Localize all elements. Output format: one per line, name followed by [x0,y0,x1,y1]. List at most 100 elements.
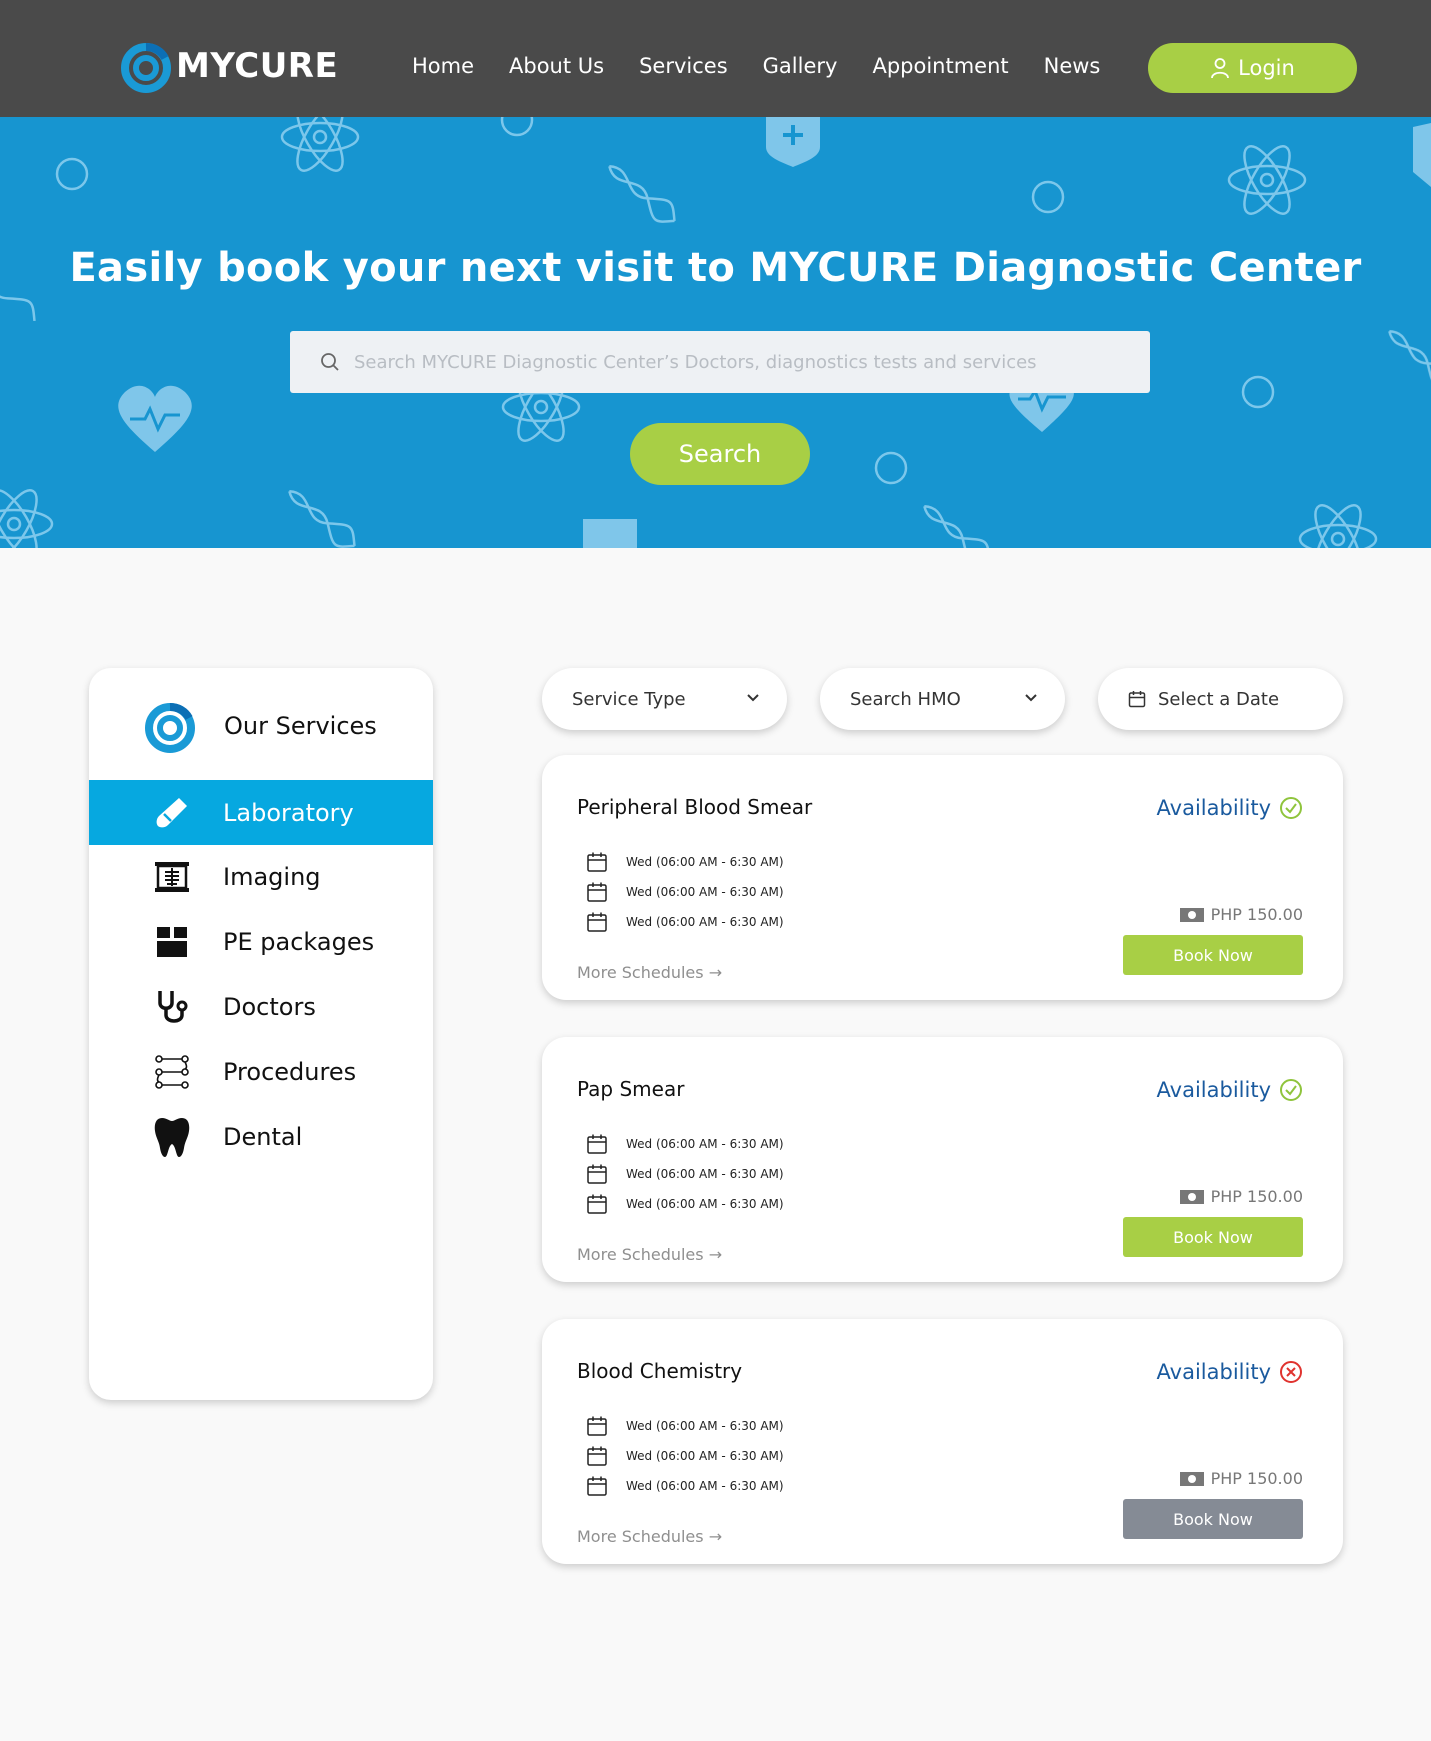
mycure-logo-icon [145,703,195,753]
sidebar-item-label: Dental [223,1122,303,1151]
chevron-down-icon [1025,694,1037,702]
calendar-icon [587,1446,607,1466]
sidebar-item-label: Procedures [223,1057,357,1086]
calendar-icon [587,912,607,932]
schedule-text: Wed (06:00 AM - 6:30 AM) [626,1167,784,1181]
schedule-text: Wed (06:00 AM - 6:30 AM) [626,1449,784,1463]
hero-title: Easily book your next visit to MYCURE Di… [69,245,1362,291]
calendar-icon [587,852,607,872]
availability-indicator: Availability [1157,1078,1303,1102]
sidebar-item-label: Imaging [223,862,321,891]
schedule-item: Wed (06:00 AM - 6:30 AM) [586,1133,784,1155]
more-schedules-link[interactable]: More Schedules → [577,1245,722,1264]
calendar-icon [1128,691,1146,708]
schedule-item: Wed (06:00 AM - 6:30 AM) [586,1163,784,1185]
user-icon [1211,58,1230,79]
availability-indicator: Availability [1157,796,1303,820]
search-input[interactable] [354,351,1114,373]
sidebar-item-laboratory[interactable]: Laboratory [89,780,433,845]
brand-name: MYCURE [176,46,339,86]
schedule-text: Wed (06:00 AM - 6:30 AM) [626,855,784,869]
services-sidebar: Our Services Laboratory Imaging PE packa… [89,668,433,1400]
money-icon [1179,1471,1204,1486]
nav-appointment[interactable]: Appointment [872,54,1008,78]
schedule-item: Wed (06:00 AM - 6:30 AM) [586,1445,784,1467]
sidebar-title: Our Services [224,712,377,740]
sidebar-item-procedures[interactable]: Procedures [89,1039,433,1104]
search-button[interactable]: Search [630,423,810,485]
more-schedules-link[interactable]: More Schedules → [577,963,722,982]
money-icon [1179,907,1204,922]
service-type-label: Service Type [572,688,686,710]
sidebar-item-label: PE packages [223,927,375,956]
check-circle-icon [1280,797,1302,819]
check-circle-icon [1280,1079,1302,1101]
tooth-icon [152,1117,192,1157]
sidebar-item-pe-packages[interactable]: PE packages [89,909,433,974]
schedule-item: Wed (06:00 AM - 6:30 AM) [586,851,784,873]
test-tube-icon [152,793,192,833]
availability-indicator: Availability [1157,1360,1303,1384]
nav-home[interactable]: Home [412,54,474,78]
service-card: Peripheral Blood Smear Availability Wed … [542,755,1343,1000]
calendar-icon [587,1476,607,1496]
price-value: PHP 150.00 [1210,905,1303,924]
search-bar [290,331,1150,393]
service-type-dropdown[interactable]: Service Type [542,668,787,730]
hero-banner: Easily book your next visit to MYCURE Di… [0,117,1431,548]
schedule-text: Wed (06:00 AM - 6:30 AM) [626,915,784,929]
service-name: Blood Chemistry [577,1359,743,1383]
price-value: PHP 150.00 [1210,1469,1303,1488]
service-card: Blood Chemistry Availability Wed (06:00 … [542,1319,1343,1564]
calendar-icon [587,1164,607,1184]
schedule-text: Wed (06:00 AM - 6:30 AM) [626,885,784,899]
main-nav: Home About Us Services Gallery Appointme… [412,54,1135,78]
book-now-button[interactable]: Book Now [1123,1217,1303,1257]
schedule-item: Wed (06:00 AM - 6:30 AM) [586,881,784,903]
schedule-item: Wed (06:00 AM - 6:30 AM) [586,1193,784,1215]
book-now-button[interactable]: Book Now [1123,935,1303,975]
nav-about-us[interactable]: About Us [509,54,604,78]
sidebar-item-imaging[interactable]: Imaging [89,844,433,909]
sidebar-item-dental[interactable]: Dental [89,1104,433,1169]
service-name: Pap Smear [577,1077,685,1101]
availability-label: Availability [1156,1360,1271,1384]
hmo-label: Search HMO [850,688,961,710]
calendar-icon [587,1134,607,1154]
schedule-text: Wed (06:00 AM - 6:30 AM) [626,1479,784,1493]
box-icon [152,922,192,962]
schedule-item: Wed (06:00 AM - 6:30 AM) [586,911,784,933]
xray-icon [152,857,192,897]
flowchart-icon [152,1052,192,1092]
date-picker[interactable]: Select a Date [1098,668,1343,730]
price: PHP 150.00 [1179,905,1303,924]
mycure-logo-icon [121,43,171,93]
service-card: Pap Smear Availability Wed (06:00 AM - 6… [542,1037,1343,1282]
nav-services[interactable]: Services [639,54,728,78]
top-navbar: MYCURE Home About Us Services Gallery Ap… [0,0,1431,117]
nav-gallery[interactable]: Gallery [763,54,838,78]
sidebar-item-doctors[interactable]: Doctors [89,974,433,1039]
login-button[interactable]: Login [1148,43,1357,93]
money-icon [1179,1189,1204,1204]
availability-label: Availability [1156,1078,1271,1102]
book-now-button[interactable]: Book Now [1123,1499,1303,1539]
price-value: PHP 150.00 [1210,1187,1303,1206]
schedule-item: Wed (06:00 AM - 6:30 AM) [586,1415,784,1437]
service-name: Peripheral Blood Smear [577,795,813,819]
chevron-down-icon [747,694,759,702]
more-schedules-link[interactable]: More Schedules → [577,1527,722,1546]
brand-logo[interactable]: MYCURE [120,38,338,94]
nav-news[interactable]: News [1044,54,1101,78]
schedule-text: Wed (06:00 AM - 6:30 AM) [626,1137,784,1151]
sidebar-header: Our Services [89,694,433,758]
stethoscope-icon [152,987,192,1027]
calendar-icon [587,1416,607,1436]
schedule-item: Wed (06:00 AM - 6:30 AM) [586,1475,784,1497]
price: PHP 150.00 [1179,1187,1303,1206]
hmo-dropdown[interactable]: Search HMO [820,668,1065,730]
x-circle-icon [1280,1361,1302,1383]
sidebar-item-label: Laboratory [223,798,354,827]
sidebar-item-label: Doctors [223,992,316,1021]
calendar-icon [587,882,607,902]
